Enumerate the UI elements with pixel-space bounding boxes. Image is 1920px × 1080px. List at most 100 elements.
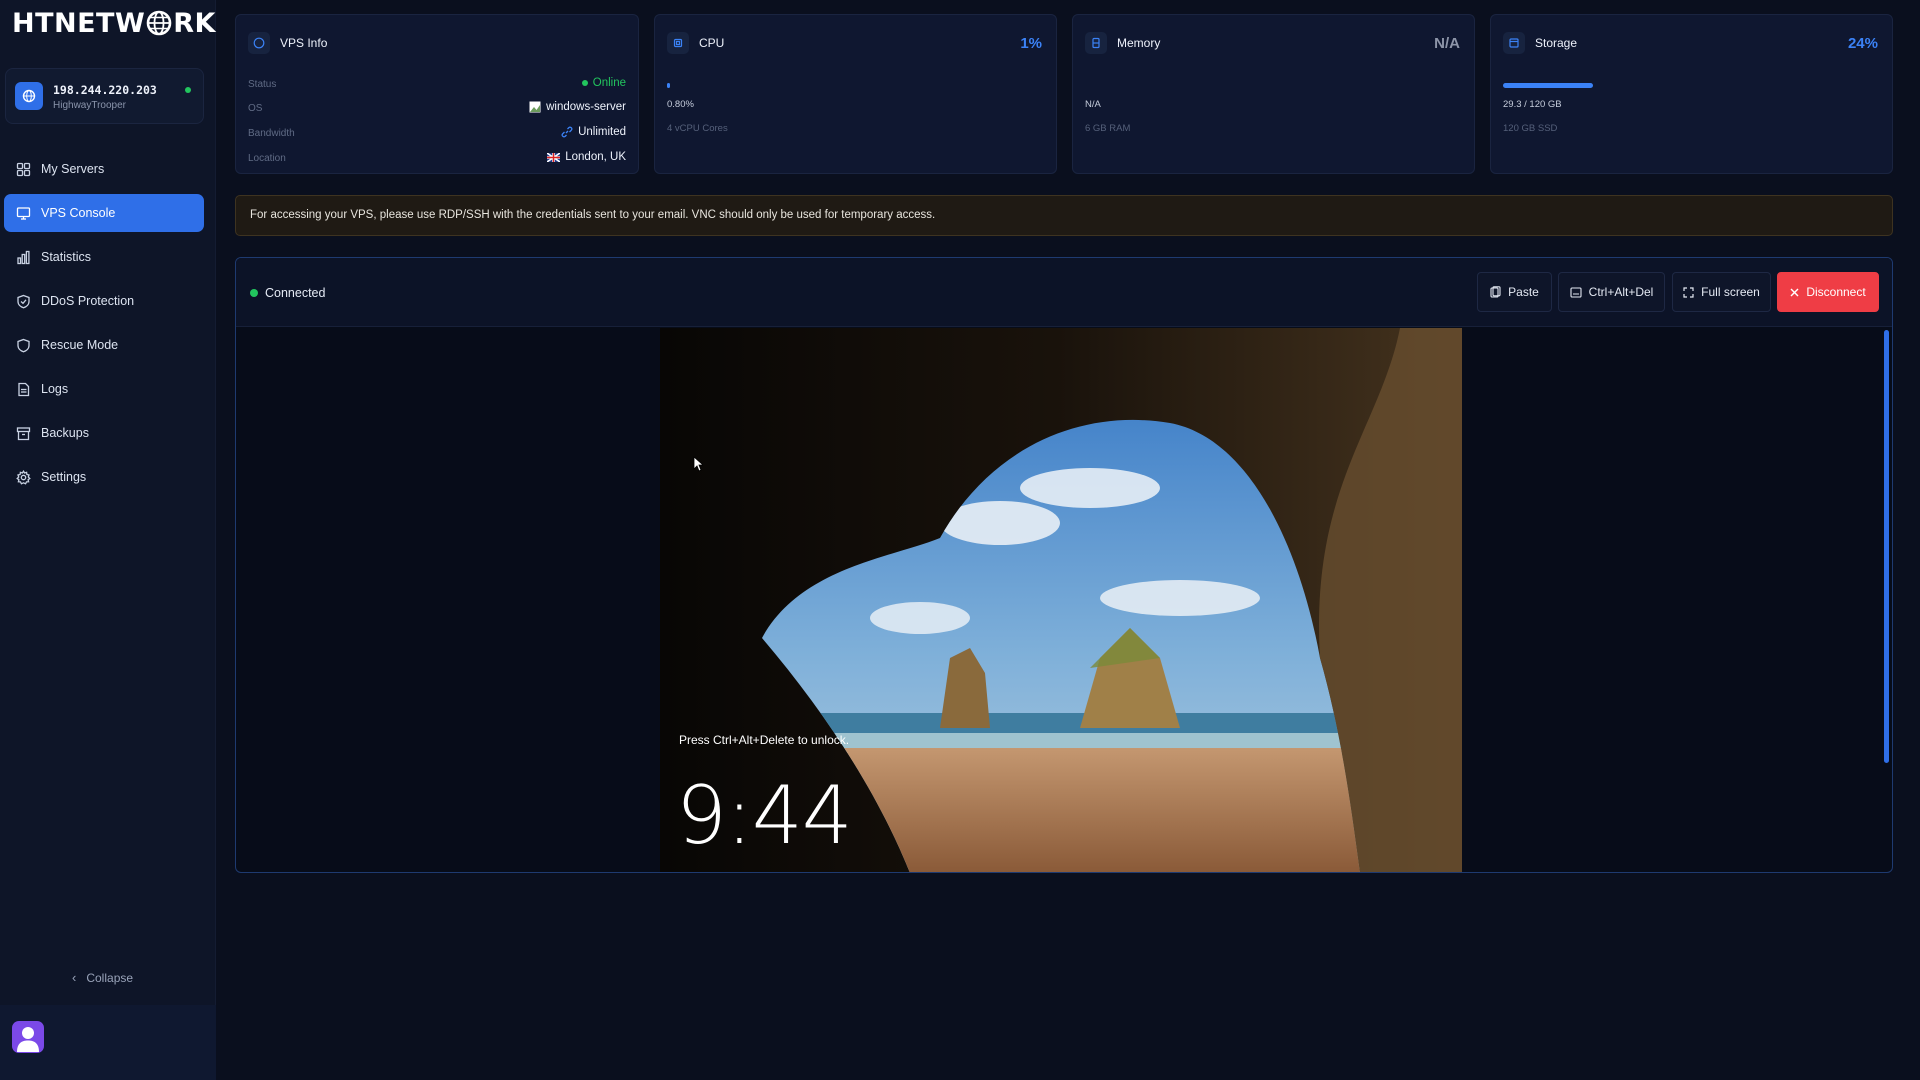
cpu-usage: 0.80% bbox=[667, 99, 694, 110]
location-value: London, UK bbox=[547, 151, 626, 163]
sidebar-nav: My Servers VPS Console Statistics DDoS P… bbox=[4, 150, 204, 502]
memory-percent: N/A bbox=[1434, 35, 1460, 52]
vnc-console-panel: Connected Paste Ctrl+Alt+Del Full screen… bbox=[235, 257, 1893, 873]
bandwidth-text: Unlimited bbox=[578, 126, 626, 138]
location-key: Location bbox=[248, 153, 286, 164]
sidebar-item-label: My Servers bbox=[41, 162, 105, 176]
os-row: OS windows-server bbox=[248, 101, 626, 117]
storage-icon bbox=[1503, 32, 1525, 54]
file-icon bbox=[16, 382, 31, 397]
paste-button[interactable]: Paste bbox=[1477, 272, 1552, 312]
sidebar-item-settings[interactable]: Settings bbox=[4, 458, 204, 496]
console-toolbar: Connected Paste Ctrl+Alt+Del Full screen… bbox=[236, 258, 1892, 327]
sidebar-item-label: Statistics bbox=[41, 250, 92, 264]
bar-chart-icon bbox=[16, 250, 31, 265]
link-icon bbox=[561, 126, 573, 138]
close-icon bbox=[1790, 288, 1799, 297]
console-scrollbar[interactable] bbox=[1883, 328, 1889, 872]
storage-percent: 24% bbox=[1847, 35, 1878, 52]
connection-status: Connected bbox=[250, 286, 325, 300]
sidebar-item-rescue-mode[interactable]: Rescue Mode bbox=[4, 326, 204, 364]
cpu-icon bbox=[667, 32, 689, 54]
paste-label: Paste bbox=[1508, 285, 1539, 299]
vps-info-title: VPS Info bbox=[280, 36, 328, 50]
storage-card: Storage 24% 29.3 / 120 GB 120 GB SSD bbox=[1490, 14, 1893, 174]
sidebar-item-statistics[interactable]: Statistics bbox=[4, 238, 204, 276]
brand-logo[interactable]: HTNETW RK bbox=[12, 6, 216, 40]
connected-dot bbox=[250, 289, 258, 297]
chevron-left-icon: ‹ bbox=[72, 970, 77, 985]
user-avatar[interactable] bbox=[12, 1021, 44, 1053]
sidebar-item-label: Backups bbox=[41, 426, 89, 440]
bandwidth-value: Unlimited bbox=[561, 126, 626, 138]
ctrl-alt-del-button[interactable]: Ctrl+Alt+Del bbox=[1558, 272, 1665, 312]
cpu-cores: 4 vCPU Cores bbox=[667, 123, 728, 134]
storage-usage-fill bbox=[1503, 83, 1593, 88]
memory-title: Memory bbox=[1117, 36, 1161, 50]
server-ip: 198.244.220.203 bbox=[53, 83, 157, 97]
status-row: Status Online bbox=[248, 77, 626, 93]
archive-icon bbox=[16, 426, 31, 441]
sidebar-item-vps-console[interactable]: VPS Console bbox=[4, 194, 204, 232]
collapse-button[interactable]: ‹ Collapse bbox=[72, 970, 133, 985]
cpu-usage-fill bbox=[667, 83, 670, 88]
sidebar-item-logs[interactable]: Logs bbox=[4, 370, 204, 408]
logo-text-start: HTNETW bbox=[12, 7, 146, 39]
disconnect-label: Disconnect bbox=[1806, 285, 1866, 299]
memory-card: Memory N/A N/A 6 GB RAM bbox=[1072, 14, 1475, 174]
user-bar bbox=[0, 1005, 216, 1080]
storage-title: Storage bbox=[1535, 36, 1578, 50]
storage-usage-bar bbox=[1503, 83, 1593, 88]
server-selector[interactable]: 198.244.220.203 HighwayTrooper bbox=[5, 68, 204, 124]
fullscreen-button[interactable]: Full screen bbox=[1672, 272, 1771, 312]
storage-usage: 29.3 / 120 GB bbox=[1503, 99, 1562, 110]
status-key: Status bbox=[248, 79, 277, 90]
sidebar-item-my-servers[interactable]: My Servers bbox=[4, 150, 204, 188]
globe-icon bbox=[146, 10, 172, 36]
memory-size: 6 GB RAM bbox=[1085, 123, 1131, 134]
memory-usage: N/A bbox=[1085, 99, 1101, 110]
access-notice: For accessing your VPS, please use RDP/S… bbox=[235, 195, 1893, 236]
lockscreen-clock: 9:44 bbox=[676, 769, 853, 862]
ctrl-alt-del-label: Ctrl+Alt+Del bbox=[1588, 285, 1654, 299]
location-row: Location London, UK bbox=[248, 151, 626, 167]
os-text: windows-server bbox=[546, 101, 626, 113]
status-value: Online bbox=[581, 77, 626, 89]
uk-flag-icon bbox=[547, 152, 561, 162]
memory-icon bbox=[1085, 32, 1107, 54]
shield-alert-icon bbox=[16, 338, 31, 353]
cpu-usage-bar bbox=[667, 83, 757, 88]
expand-icon bbox=[1683, 286, 1694, 298]
collapse-label: Collapse bbox=[86, 970, 134, 985]
bandwidth-row: Bandwidth Unlimited bbox=[248, 126, 626, 142]
scrollbar-thumb[interactable] bbox=[1884, 330, 1889, 763]
mouse-cursor-icon bbox=[693, 456, 705, 477]
sidebar-item-label: VPS Console bbox=[41, 206, 116, 220]
storage-size: 120 GB SSD bbox=[1503, 123, 1558, 134]
cpu-card: CPU 1% 0.80% 4 vCPU Cores bbox=[654, 14, 1057, 174]
sidebar-item-label: DDoS Protection bbox=[41, 294, 135, 308]
gear-icon bbox=[16, 469, 31, 485]
logo-text-end: RK bbox=[173, 7, 216, 39]
grid-icon bbox=[16, 162, 31, 177]
keyboard-icon bbox=[1570, 286, 1582, 298]
sidebar-item-ddos-protection[interactable]: DDoS Protection bbox=[4, 282, 204, 320]
os-key: OS bbox=[248, 103, 263, 114]
sidebar-item-label: Settings bbox=[41, 470, 87, 484]
remote-screen[interactable]: Press Ctrl+Alt+Delete to unlock. 9:44 bbox=[660, 328, 1462, 872]
sidebar-item-backups[interactable]: Backups bbox=[4, 414, 204, 452]
status-text: Online bbox=[592, 77, 626, 89]
server-globe-icon bbox=[15, 82, 43, 110]
os-image-icon bbox=[529, 101, 541, 113]
cpu-title: CPU bbox=[699, 36, 725, 50]
clipboard-icon bbox=[1490, 286, 1501, 298]
sidebar-item-label: Logs bbox=[41, 382, 69, 396]
sidebar-item-label: Rescue Mode bbox=[41, 338, 119, 352]
os-value: windows-server bbox=[529, 101, 626, 113]
shield-icon bbox=[16, 294, 31, 309]
disconnect-button[interactable]: Disconnect bbox=[1777, 272, 1879, 312]
server-hostname: HighwayTrooper bbox=[53, 100, 126, 111]
info-icon bbox=[248, 32, 270, 54]
server-status-dot bbox=[185, 87, 191, 93]
monitor-icon bbox=[16, 206, 31, 221]
